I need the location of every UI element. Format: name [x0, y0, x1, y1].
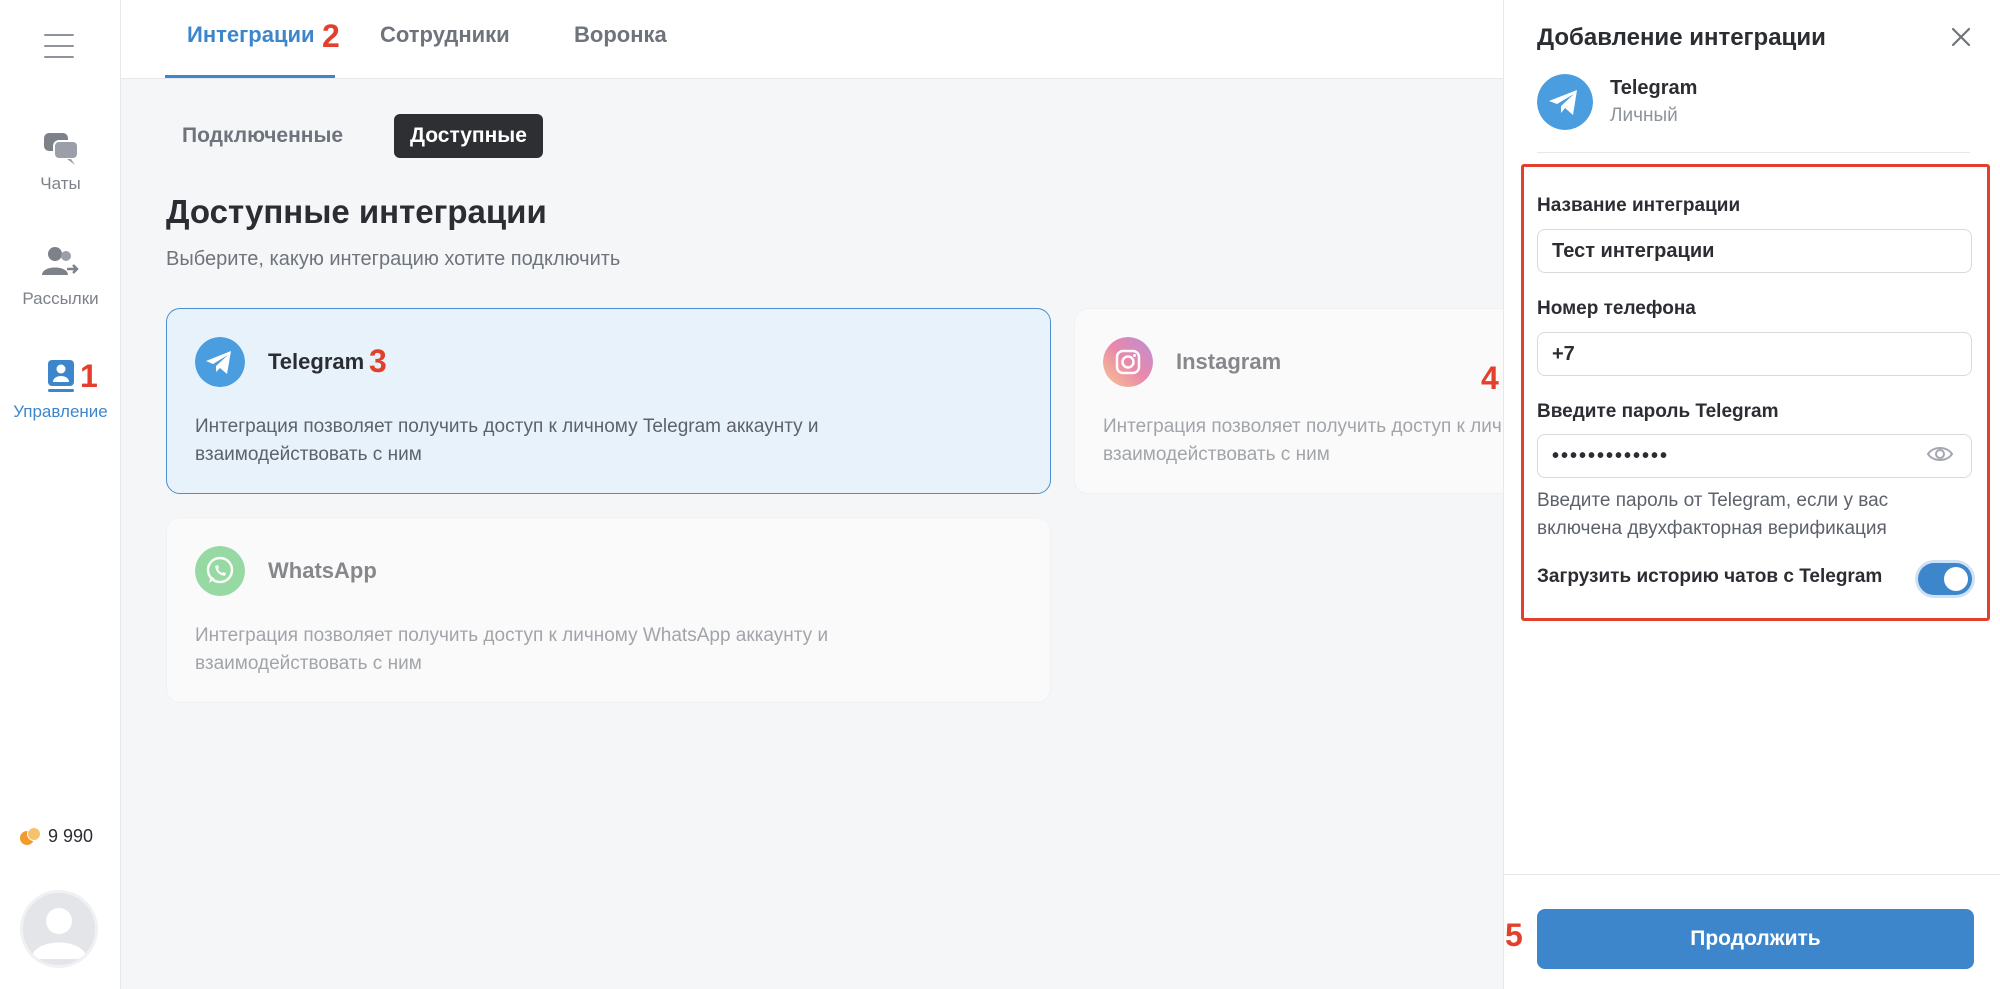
- card-title: Telegram: [268, 349, 365, 374]
- card-description: Интеграция позволяет получить доступ к л…: [195, 416, 819, 465]
- divider: [1504, 874, 2000, 875]
- password-label: Введите пароль Telegram: [1537, 401, 1779, 422]
- sidebar-item-management[interactable]: Управление: [0, 356, 121, 422]
- top-tabs: Интеграции Сотрудники Воронка 2: [121, 0, 1503, 79]
- balance-value: 9 990: [48, 826, 94, 846]
- card-description: Интеграция позволяет получить доступ к л…: [195, 625, 829, 674]
- telegram-icon: [195, 337, 245, 387]
- balance: 9 990: [20, 826, 93, 847]
- sidebar-item-label: Рассылки: [22, 289, 99, 308]
- eye-icon[interactable]: [1926, 444, 1954, 464]
- password-hint: Введите пароль от Telegram, если у вас в…: [1537, 490, 1889, 539]
- integration-card-telegram[interactable]: Telegram Интеграция позволяет получить д…: [166, 308, 1051, 494]
- card-title: Instagram: [1176, 349, 1282, 374]
- instagram-icon: [1103, 337, 1153, 387]
- chats-icon: [43, 133, 79, 165]
- integration-card-whatsapp[interactable]: WhatsApp Интеграция позволяет получить д…: [166, 517, 1051, 703]
- user-icon: [31, 908, 87, 959]
- subtab-available[interactable]: Доступные: [394, 114, 543, 158]
- panel-app-name: Telegram: [1610, 77, 1698, 99]
- telegram-icon: [1537, 74, 1593, 130]
- active-tab-indicator: [165, 75, 335, 78]
- tab-integrations[interactable]: Интеграции: [187, 22, 315, 48]
- annotation-marker: 5: [1505, 917, 1523, 953]
- integration-name-label: Название интеграции: [1537, 195, 1741, 216]
- whatsapp-icon: [195, 546, 245, 596]
- continue-button[interactable]: Продолжить: [1537, 909, 1974, 969]
- history-toggle-label: Загрузить историю чатов с Telegram: [1537, 566, 1883, 587]
- history-toggle[interactable]: [1918, 563, 1972, 595]
- tab-employees[interactable]: Сотрудники: [380, 22, 510, 48]
- sidebar-item-mailing[interactable]: Рассылки: [0, 243, 121, 309]
- add-integration-panel: Добавление интеграции Telegram Личный На…: [1503, 0, 2000, 989]
- sidebar-item-label: Чаты: [40, 174, 81, 193]
- annotation-marker: 4: [1481, 360, 1499, 396]
- management-icon: [47, 360, 74, 392]
- phone-label: Номер телефона: [1537, 298, 1696, 319]
- page-subtitle: Выберите, какую интеграцию хотите подклю…: [166, 248, 621, 270]
- panel-app-type: Личный: [1610, 105, 1678, 126]
- card-title: WhatsApp: [268, 558, 377, 583]
- annotation-marker: 1: [80, 358, 98, 394]
- close-icon[interactable]: [1948, 24, 1974, 50]
- sidebar: Чаты Рассылки Управление 1 9 990: [0, 0, 121, 989]
- integration-name-input[interactable]: [1537, 229, 1972, 273]
- password-input[interactable]: [1537, 434, 1972, 478]
- sidebar-item-chats[interactable]: Чаты: [0, 128, 121, 194]
- phone-input[interactable]: [1537, 332, 1972, 376]
- page-title: Доступные интеграции: [166, 193, 547, 230]
- panel-title: Добавление интеграции: [1537, 24, 1826, 51]
- subtab-connected[interactable]: Подключенные: [166, 114, 359, 158]
- coin-icon: [20, 826, 41, 847]
- annotation-marker: 3: [369, 343, 387, 379]
- tab-funnel[interactable]: Воронка: [574, 22, 667, 48]
- mailing-icon: [41, 247, 79, 275]
- avatar[interactable]: [20, 890, 98, 968]
- integration-card-instagram[interactable]: Instagram Интеграция позволяет получить …: [1074, 308, 1574, 494]
- menu-icon[interactable]: [44, 34, 74, 58]
- sidebar-item-label: Управление: [13, 402, 108, 421]
- divider: [1537, 152, 1970, 153]
- annotation-marker: 2: [322, 18, 340, 54]
